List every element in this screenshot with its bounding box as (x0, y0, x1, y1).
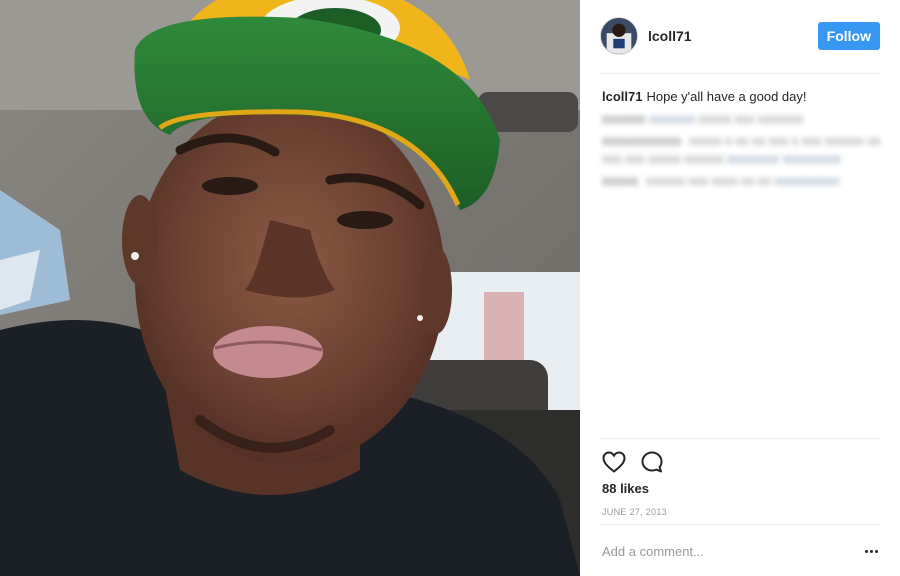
caption-text: Hope y'all have a good day! (646, 89, 807, 104)
divider (600, 524, 880, 525)
comments-list: lcoll71 Hope y'all have a good day! xxxxx… (602, 88, 882, 194)
heart-icon[interactable] (600, 448, 628, 476)
blurred-comment: xxxxx xxxxxx xxx xxxx xx xx xxxxxxxxxx (602, 173, 840, 188)
ellipsis-icon[interactable] (862, 541, 882, 561)
post-date[interactable]: JUNE 27, 2013 (602, 507, 667, 517)
post-header: lcoll71 Follow (600, 16, 880, 56)
avatar[interactable] (600, 17, 638, 55)
follow-button[interactable]: Follow (817, 22, 880, 50)
caption: lcoll71 Hope y'all have a good day! (602, 88, 882, 106)
post-photo[interactable] (0, 0, 580, 576)
blurred-comment: xxxxxx xxxxxxx xxxxx xxx xxxxxxx (602, 111, 804, 126)
post-actions (600, 448, 676, 476)
speech-bubble-icon[interactable] (638, 448, 666, 476)
post-side-panel: lcoll71 Follow lcoll71 Hope y'all have a … (580, 0, 900, 576)
add-comment-input[interactable] (602, 540, 834, 562)
username-link[interactable]: lcoll71 (648, 28, 692, 44)
selfie-image (0, 0, 580, 576)
likes-count[interactable]: 88 likes (602, 481, 649, 496)
divider (600, 438, 880, 439)
blurred-comment: xxxxxxxxxxx xxxxx x xx xx xxx x xxx xxxx… (602, 133, 881, 166)
caption-username[interactable]: lcoll71 (602, 89, 642, 104)
divider (600, 73, 880, 74)
